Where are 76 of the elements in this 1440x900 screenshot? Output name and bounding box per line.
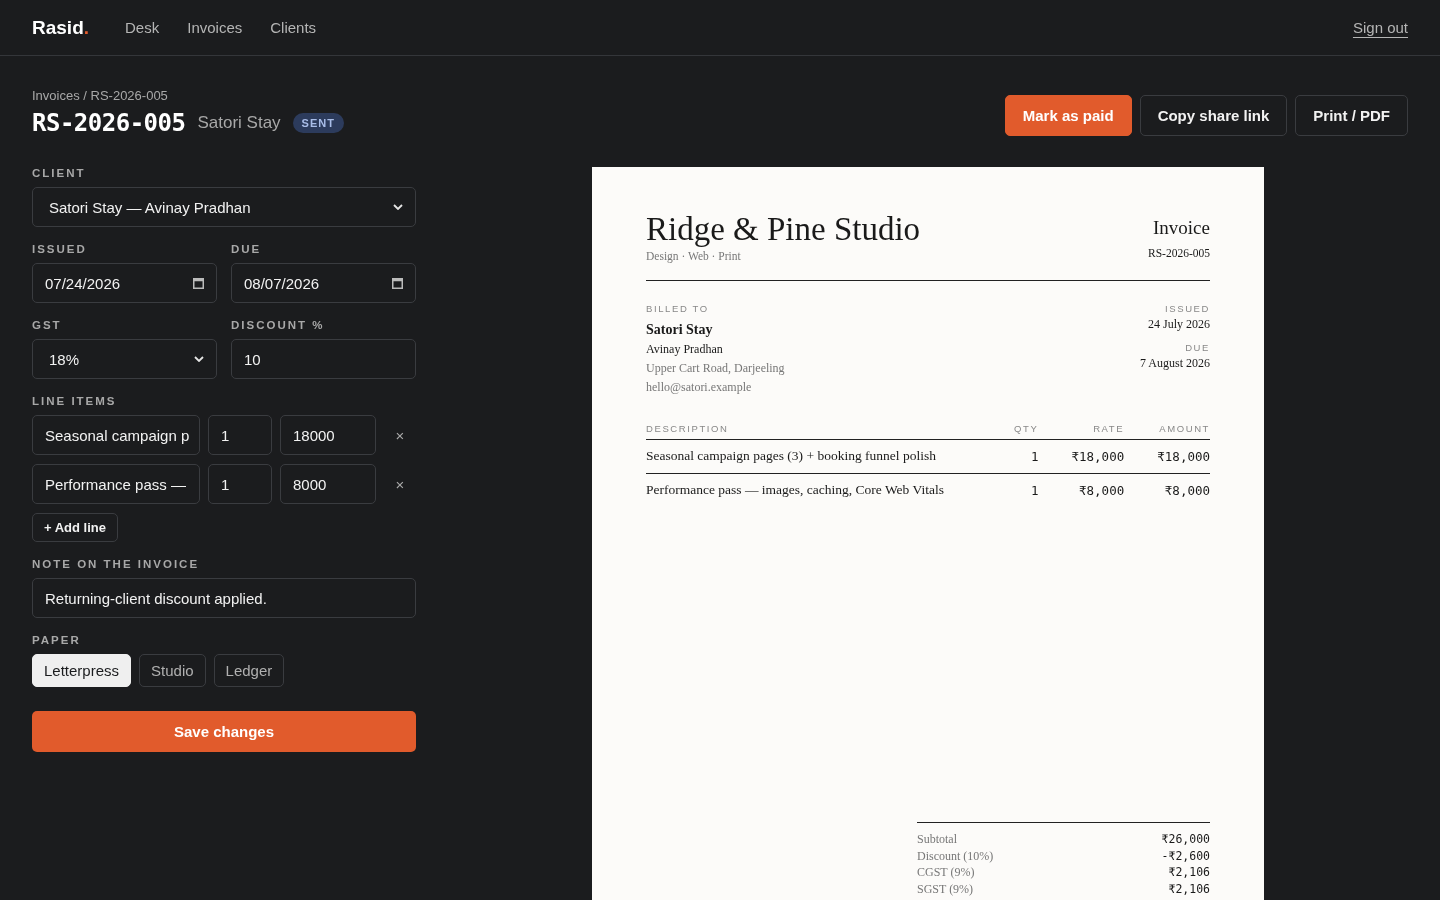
invoice-number: RS-2026-005 bbox=[1148, 247, 1210, 259]
client-select[interactable]: Satori Stay — Avinay Pradhan bbox=[32, 187, 416, 227]
section-label: BILLED TO bbox=[646, 303, 710, 314]
nav-link[interactable]: Clients bbox=[270, 19, 317, 36]
field-label: PAPER bbox=[32, 634, 82, 646]
quantity-field[interactable]: 1 bbox=[208, 464, 272, 504]
rate-field[interactable]: 8000 bbox=[280, 464, 376, 504]
table-cell: ₹18,000 bbox=[1038, 439, 1125, 474]
chevron-down-icon bbox=[194, 356, 204, 362]
calendar-icon bbox=[193, 277, 204, 289]
remove-button[interactable]: × bbox=[395, 426, 405, 444]
table-cell: 1 bbox=[1007, 473, 1039, 507]
column-header: QTY bbox=[1007, 423, 1039, 440]
studio-tagline: Design · Web · Print bbox=[646, 250, 742, 262]
gst-select[interactable]: 18% bbox=[32, 339, 217, 379]
column-header: AMOUNT bbox=[1124, 423, 1210, 440]
table-cell: Performance pass — images, caching, Core Web Vitals bbox=[646, 473, 1008, 507]
action-button[interactable]: Print / PDF bbox=[1295, 95, 1408, 136]
note-field[interactable]: Returning-client discount applied. bbox=[32, 578, 416, 618]
field-label: GST bbox=[32, 319, 63, 331]
table-cell: Seasonal campaign pages (3) + booking funnel polish bbox=[646, 439, 1008, 474]
invoice-number: RS-2026-005 bbox=[32, 109, 186, 137]
table-cell: ₹8,000 bbox=[1038, 473, 1125, 507]
total-label: Discount (10%) bbox=[917, 847, 994, 864]
logo[interactable]: Rasid. bbox=[32, 16, 90, 39]
studio-name: Ridge & Pine Studio bbox=[646, 211, 921, 248]
save-button[interactable]: Save changes bbox=[32, 711, 416, 752]
field-label: DUE bbox=[231, 243, 263, 255]
sign-out-link[interactable]: Sign out bbox=[1352, 19, 1408, 36]
due-date: 7 August 2026 bbox=[1140, 356, 1210, 371]
date-field[interactable]: 08/07/2026 bbox=[231, 263, 416, 303]
field-label: LINE ITEMS bbox=[32, 395, 118, 407]
contact-name: Avinay Pradhan bbox=[646, 342, 724, 357]
total-value: ₹2,106 bbox=[1168, 880, 1210, 897]
date-field[interactable]: 07/24/2026 bbox=[32, 263, 217, 303]
nav-link[interactable]: Desk bbox=[125, 19, 160, 36]
chevron-down-icon bbox=[393, 204, 403, 210]
total-label: Subtotal bbox=[917, 831, 957, 848]
nav-link[interactable]: Invoices bbox=[187, 19, 243, 36]
action-button[interactable]: Copy share link bbox=[1139, 95, 1288, 136]
status-badge: SENT bbox=[292, 113, 344, 133]
field-label: NOTE ON THE INVOICE bbox=[32, 558, 201, 570]
total-value: ₹26,000 bbox=[1161, 831, 1210, 848]
field-label: CLIENT bbox=[32, 167, 87, 179]
total-label: CGST (9%) bbox=[917, 864, 975, 881]
paper-option[interactable]: Studio bbox=[139, 654, 206, 687]
rate-field[interactable]: 18000 bbox=[280, 415, 376, 455]
section-label: DUE bbox=[1184, 342, 1210, 353]
total-label: SGST (9%) bbox=[917, 880, 974, 897]
breadcrumb: Invoices / RS-2026-005 bbox=[32, 88, 169, 103]
field-label: DISCOUNT % bbox=[231, 319, 326, 331]
client-email: hello@satori.example bbox=[646, 380, 753, 395]
description-field[interactable]: Seasonal campaign p bbox=[32, 415, 200, 455]
action-button[interactable]: Mark as paid bbox=[1004, 95, 1132, 136]
client-name: Satori Stay bbox=[197, 113, 281, 133]
field-label: ISSUED bbox=[32, 243, 88, 255]
table-cell: ₹18,000 bbox=[1124, 439, 1210, 474]
quantity-field[interactable]: 1 bbox=[208, 415, 272, 455]
column-header: DESCRIPTION bbox=[646, 423, 1008, 440]
paper-option[interactable]: Letterpress bbox=[32, 654, 132, 687]
table-cell: ₹8,000 bbox=[1124, 473, 1210, 507]
total-value: -₹2,600 bbox=[1161, 847, 1210, 864]
client-address: Upper Cart Road, Darjeeling bbox=[646, 361, 785, 376]
add-line-button[interactable]: + Add line bbox=[32, 513, 118, 542]
paper-option[interactable]: Ledger bbox=[213, 654, 285, 687]
section-label: ISSUED bbox=[1164, 303, 1210, 314]
description-field[interactable]: Performance pass — bbox=[32, 464, 200, 504]
total-value: ₹2,106 bbox=[1168, 864, 1210, 881]
table-cell: 1 bbox=[1007, 439, 1039, 474]
discount-field[interactable]: 10 bbox=[231, 339, 416, 379]
document-title: Invoice bbox=[1152, 217, 1210, 239]
client-name: Satori Stay bbox=[646, 322, 714, 338]
calendar-icon bbox=[392, 277, 403, 289]
issued-date: 24 July 2026 bbox=[1147, 317, 1210, 332]
remove-button[interactable]: × bbox=[395, 475, 405, 493]
column-header: RATE bbox=[1038, 423, 1125, 440]
